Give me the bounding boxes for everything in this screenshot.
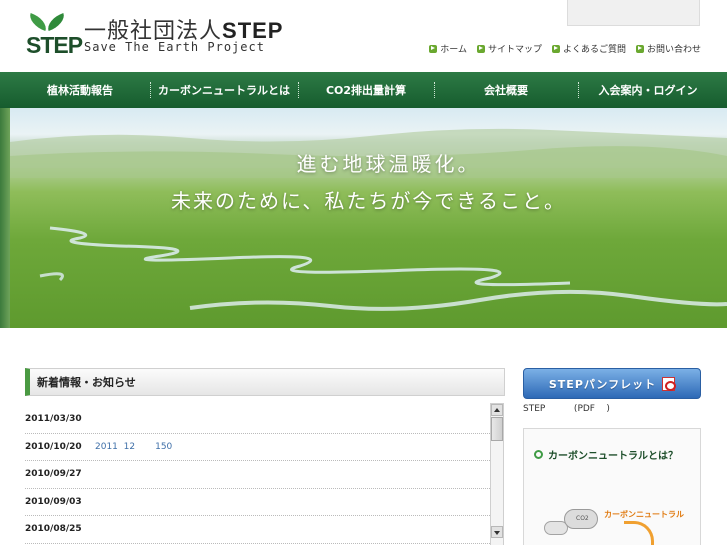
news-scrollbar[interactable]	[490, 403, 504, 545]
news-date: 2010/08/25	[25, 524, 82, 535]
leaf-icon	[44, 12, 68, 32]
carbon-tag: カーボンニュートラル	[604, 510, 684, 519]
nav-item-co2-calculator[interactable]: CO2排出量計算	[298, 72, 434, 108]
carbon-neutral-banner[interactable]: カーボンニュートラルとは？ カーボンニュートラル CO2	[523, 428, 701, 545]
nav-item-company[interactable]: 会社概要	[434, 72, 578, 108]
global-nav: 植林活動報告 カーボンニュートラルとは CO2排出量計算 会社概要 入会案内・ロ…	[0, 72, 727, 108]
news-section-header: 新着情報・お知らせ	[25, 368, 505, 396]
arrow-right-icon	[429, 44, 438, 53]
news-date: 2011/03/30	[25, 414, 82, 425]
news-date: 2010/10/20	[25, 441, 82, 452]
util-link-faq[interactable]: よくあるご質問	[551, 42, 626, 55]
util-link-label: よくあるご質問	[562, 45, 626, 55]
news-item[interactable]: 2010/08/25	[25, 516, 490, 544]
util-link-label: サイトマップ	[487, 45, 542, 55]
site-header: STEP 一般社団法人STEP Save The Earth Project ホ…	[0, 0, 727, 72]
news-text[interactable]: 2011 12 150	[95, 442, 172, 452]
news-list[interactable]: 2011/03/30 2010/10/20 2011 12 150 2010/0…	[25, 406, 490, 544]
scroll-up-icon[interactable]	[491, 404, 503, 416]
decorative-edge	[0, 108, 10, 328]
util-link-label: ホーム	[440, 45, 467, 55]
news-item[interactable]: 2010/10/20 2011 12 150	[25, 434, 490, 461]
news-date: 2010/09/03	[25, 496, 82, 507]
util-link-sitemap[interactable]: サイトマップ	[476, 42, 542, 55]
util-link-home[interactable]: ホーム	[429, 42, 467, 55]
scroll-thumb[interactable]	[491, 417, 503, 441]
news-date: 2010/09/27	[25, 469, 82, 480]
scroll-down-icon[interactable]	[491, 526, 503, 538]
nav-item-membership-login[interactable]: 入会案内・ログイン	[578, 72, 718, 108]
utility-links: ホーム サイトマップ よくあるご質問 お問い合わせ	[429, 42, 701, 55]
pamphlet-label: STEPパンフレット	[548, 377, 657, 391]
news-item[interactable]: 2010/09/27	[25, 461, 490, 489]
hero-line-2: 未来のために、私たちが今できること。	[171, 189, 566, 213]
nav-item-planting-report[interactable]: 植林活動報告	[10, 72, 150, 108]
news-section-title: 新着情報・お知らせ	[37, 376, 136, 389]
util-link-label: お問い合わせ	[646, 45, 701, 55]
arrow-right-icon	[635, 44, 644, 53]
content-area: 新着情報・お知らせ 2011/03/30 2010/10/20 2011 12 …	[0, 328, 727, 545]
carbon-title-text: カーボンニュートラルとは？	[548, 451, 678, 462]
logo-text: STEP	[26, 32, 83, 58]
search-box[interactable]	[567, 0, 700, 26]
nav-item-carbon-neutral[interactable]: カーボンニュートラルとは	[150, 72, 298, 108]
page: STEP 一般社団法人STEP Save The Earth Project ホ…	[0, 0, 727, 545]
tagline: Save The Earth Project	[84, 40, 265, 54]
util-link-contact[interactable]: お問い合わせ	[635, 42, 701, 55]
leaf-icon	[26, 12, 50, 32]
hero-headline: 進む地球温暖化。 未来のために、私たちが今できること。	[10, 148, 727, 214]
carbon-title: カーボンニュートラルとは？	[534, 447, 678, 462]
news-item[interactable]: 2010/09/03	[25, 489, 490, 516]
arrow-right-icon	[476, 44, 485, 53]
curved-arrow-icon	[624, 521, 654, 545]
site-logo[interactable]: STEP	[24, 12, 83, 58]
hero-banner: 進む地球温暖化。 未来のために、私たちが今できること。	[10, 108, 727, 328]
pamphlet-button[interactable]: STEPパンフレット	[523, 368, 701, 399]
pamphlet-note: STEP (PDF )	[523, 404, 610, 414]
circle-icon	[534, 450, 543, 459]
pdf-icon	[662, 376, 677, 391]
hero-line-1: 進む地球温暖化。	[296, 152, 481, 176]
news-item[interactable]: 2011/03/30	[25, 406, 490, 434]
arrow-right-icon	[551, 44, 560, 53]
cloud-label: CO2	[576, 515, 589, 522]
grassland-illustration	[10, 128, 727, 311]
